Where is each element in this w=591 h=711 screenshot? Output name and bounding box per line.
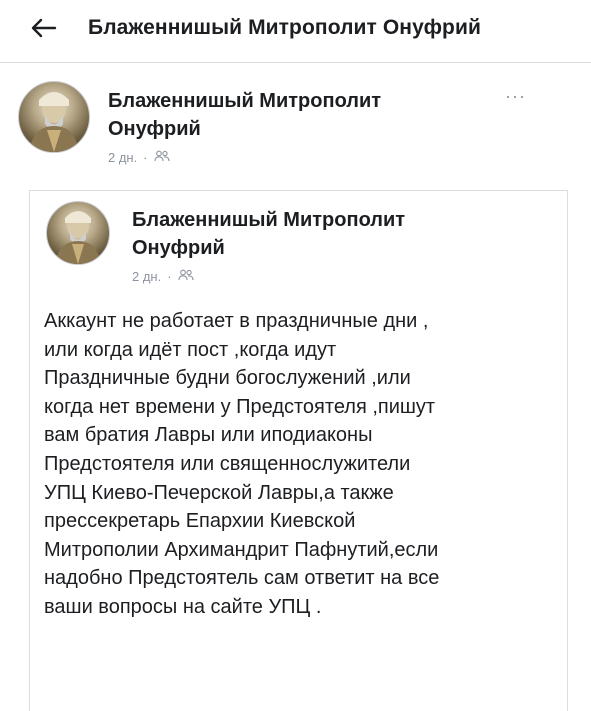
post-text-line: Аккаунт не работает в праздничные дни , [44,310,429,332]
friends-icon [178,269,194,284]
post-text-line: или когда идёт пост ,когда идут [44,338,337,361]
post-meta: 2 дн. · [108,150,170,165]
more-options-button[interactable]: ··· [505,87,537,111]
page-title: Блаженнишый Митрополит Онуфрий [88,16,482,39]
post-text-line: вам братия Лавры или иподиаконы [44,424,373,447]
meta-separator: · [167,269,172,284]
post-text-line: Праздничные будни богослужений ,или [44,367,411,390]
friends-icon [154,150,170,165]
avatar[interactable] [18,81,90,153]
post-text-line: УПЦ Киево-Печерской Лавры,а также [44,481,394,504]
shared-post-author-name[interactable]: Блаженнишый Митрополит Онуфрий [132,206,472,262]
avatar[interactable] [46,201,110,265]
shared-post-card[interactable]: Блаженнишый Митрополит Онуфрий 2 дн. · А… [29,190,568,711]
post: Блаженнишый Митрополит Онуфрий ··· 2 дн.… [0,63,591,711]
post-text-line: надобно Предстоятель сам ответит на все [44,567,440,590]
shared-post-timestamp[interactable]: 2 дн. [132,269,161,284]
post-text-line: прессекретарь Епархии Киевской [44,510,356,533]
post-timestamp[interactable]: 2 дн. [108,150,137,165]
shared-post-meta: 2 дн. · [132,269,194,284]
post-text-line: Предстоятеля или священнослужители [44,452,411,475]
post-text-line: ваши вопросы на сайте УПЦ . [44,595,322,618]
post-text: Аккаунт не работает в праздничные дни , … [44,307,559,622]
post-text-line: когда нет времени у Предстоятеля ,пишут [44,395,436,418]
post-author-name[interactable]: Блаженнишый Митрополит Онуфрий [108,87,448,143]
arrow-left-icon [31,18,57,43]
meta-separator: · [143,150,148,165]
back-button[interactable] [24,12,64,48]
top-bar: Блаженнишый Митрополит Онуфрий [0,0,591,63]
post-text-line: Митрополии Архимандрит Пафнутий,если [44,538,439,561]
